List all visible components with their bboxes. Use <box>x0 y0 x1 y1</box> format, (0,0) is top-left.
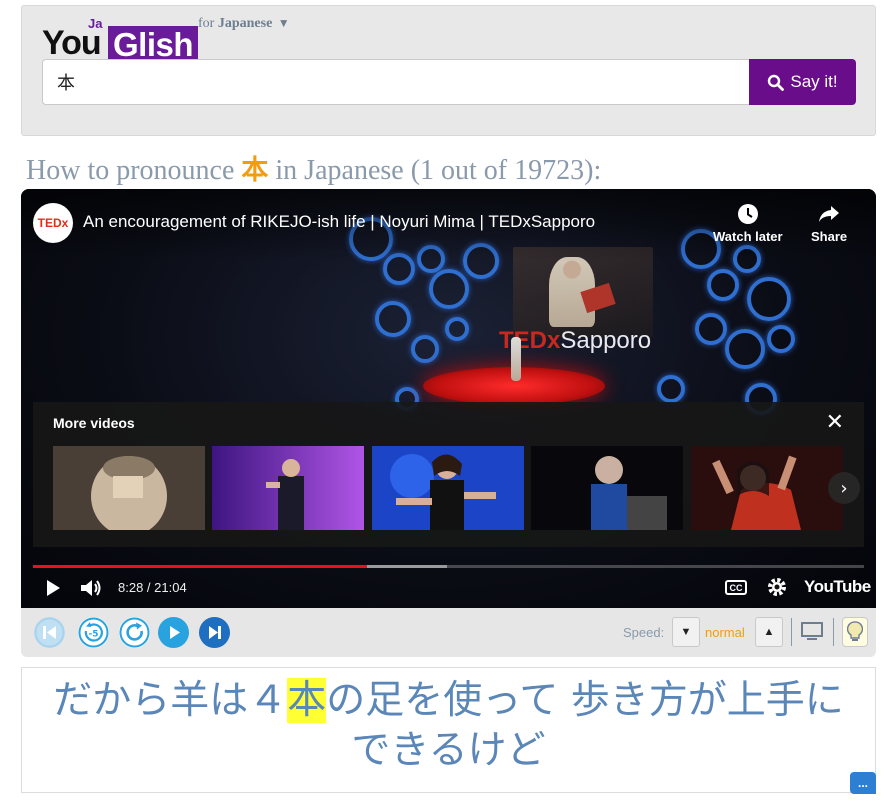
more-videos-title: More videos <box>53 415 135 431</box>
gear-icon[interactable] <box>767 577 787 597</box>
channel-avatar[interactable]: TEDx <box>33 203 73 243</box>
stage-speaker <box>511 337 521 381</box>
next-button[interactable] <box>199 617 230 648</box>
chevron-down-icon: ▼ <box>277 16 290 30</box>
thumb-5[interactable] <box>691 446 843 530</box>
close-icon[interactable]: ✕ <box>826 410 844 435</box>
stage-light <box>767 325 795 353</box>
clock-icon <box>737 204 758 224</box>
skip-back-icon <box>34 617 65 648</box>
stage-light <box>657 375 685 403</box>
caption-panel: だから羊は４本の足を使って 歩き方が上手に できるけど <box>21 667 876 793</box>
play-icon <box>158 617 189 648</box>
thumb-4-image <box>531 446 683 530</box>
stage-light <box>707 269 739 301</box>
watch-later-button[interactable]: Watch later <box>713 203 783 244</box>
stage-light <box>695 313 727 345</box>
stage-sign: TEDxSapporo <box>499 327 651 355</box>
video-player[interactable]: TEDxSapporo TEDx An encouragement of RIK… <box>21 189 876 608</box>
caption-after: の足を使って 歩き方が上手に <box>326 678 844 723</box>
stage-light <box>445 317 469 341</box>
skip-forward-icon <box>199 617 230 648</box>
chat-icon[interactable]: ... <box>850 772 876 794</box>
video-title[interactable]: An encouragement of RIKEJO-ish life | No… <box>83 212 595 232</box>
logo-ja: Ja <box>88 16 103 31</box>
play-button[interactable] <box>158 617 189 648</box>
stage-light <box>375 301 411 337</box>
playback-controls: -5 Speed: ▼ normal ▲ <box>21 608 876 657</box>
speed-value: normal <box>705 625 745 640</box>
repeat-button[interactable] <box>119 617 150 648</box>
speed-down-button[interactable]: ▼ <box>672 617 700 647</box>
page-title: How to pronounce 本 in Japanese (1 out of… <box>26 148 601 187</box>
search-input[interactable] <box>42 59 750 105</box>
thumb-3-image <box>372 446 524 530</box>
title-suffix: in Japanese (1 out of 19723): <box>275 155 602 186</box>
share-arrow-icon <box>819 206 840 222</box>
more-videos-panel: More videos ✕ › <box>33 402 864 547</box>
share-button[interactable]: Share <box>811 203 847 244</box>
thumb-2-image <box>212 446 364 530</box>
thumb-4[interactable] <box>531 446 683 530</box>
volume-icon[interactable] <box>79 577 103 599</box>
say-it-button[interactable]: Say it! <box>749 59 856 105</box>
speed-label: Speed: <box>623 625 665 640</box>
divider <box>833 618 834 646</box>
search-panel: You Ja Glish for Japanese ▼ Say it! <box>21 5 876 136</box>
say-it-label: Say it! <box>790 72 838 91</box>
play-icon[interactable] <box>43 578 63 598</box>
time-display: 8:28 / 21:04 <box>118 580 187 595</box>
title-prefix: How to pronounce <box>26 155 235 186</box>
stage-light <box>411 335 439 363</box>
repeat-icon <box>119 617 150 648</box>
chevron-right-icon[interactable]: › <box>828 472 860 504</box>
stage-light <box>747 277 791 321</box>
youtube-logo[interactable]: YouTube <box>804 577 871 597</box>
stage-sign-tedx: TEDx <box>499 327 561 354</box>
caption-line2: できるけど <box>351 728 546 773</box>
tv-icon[interactable] <box>800 619 824 643</box>
replay-5-button[interactable]: -5 <box>78 617 109 648</box>
previous-button[interactable] <box>34 617 65 648</box>
lang-prefix: for <box>198 16 215 31</box>
lightbulb-icon <box>847 621 863 641</box>
svg-text:-5: -5 <box>89 630 99 640</box>
caption-text: だから羊は４本の足を使って 歩き方が上手に できるけど <box>22 676 875 776</box>
thumb-1-image <box>53 446 205 530</box>
stage-light <box>429 269 469 309</box>
thumb-3[interactable] <box>372 446 524 530</box>
speed-up-button[interactable]: ▲ <box>755 617 783 647</box>
thumb-2[interactable] <box>212 446 364 530</box>
lang-name: Japanese <box>217 16 273 31</box>
captions-button[interactable]: CC <box>725 580 747 595</box>
caption-highlight[interactable]: 本 <box>287 678 327 723</box>
search-icon <box>768 74 785 91</box>
watch-later-label: Watch later <box>713 229 783 244</box>
thumb-5-image <box>691 446 843 530</box>
progress-played <box>33 565 368 568</box>
thumb-1[interactable] <box>53 446 205 530</box>
title-word: 本 <box>241 155 269 186</box>
lightbulb-button[interactable] <box>842 617 868 647</box>
divider <box>791 618 792 646</box>
language-selector[interactable]: for Japanese ▼ <box>198 16 290 32</box>
progress-bar[interactable] <box>33 565 864 568</box>
stage-sign-city: Sapporo <box>560 327 652 354</box>
replay-5-icon: -5 <box>78 617 109 648</box>
share-label: Share <box>811 229 848 244</box>
caption-before: だから羊は４ <box>53 678 288 723</box>
stage-light <box>725 329 765 369</box>
